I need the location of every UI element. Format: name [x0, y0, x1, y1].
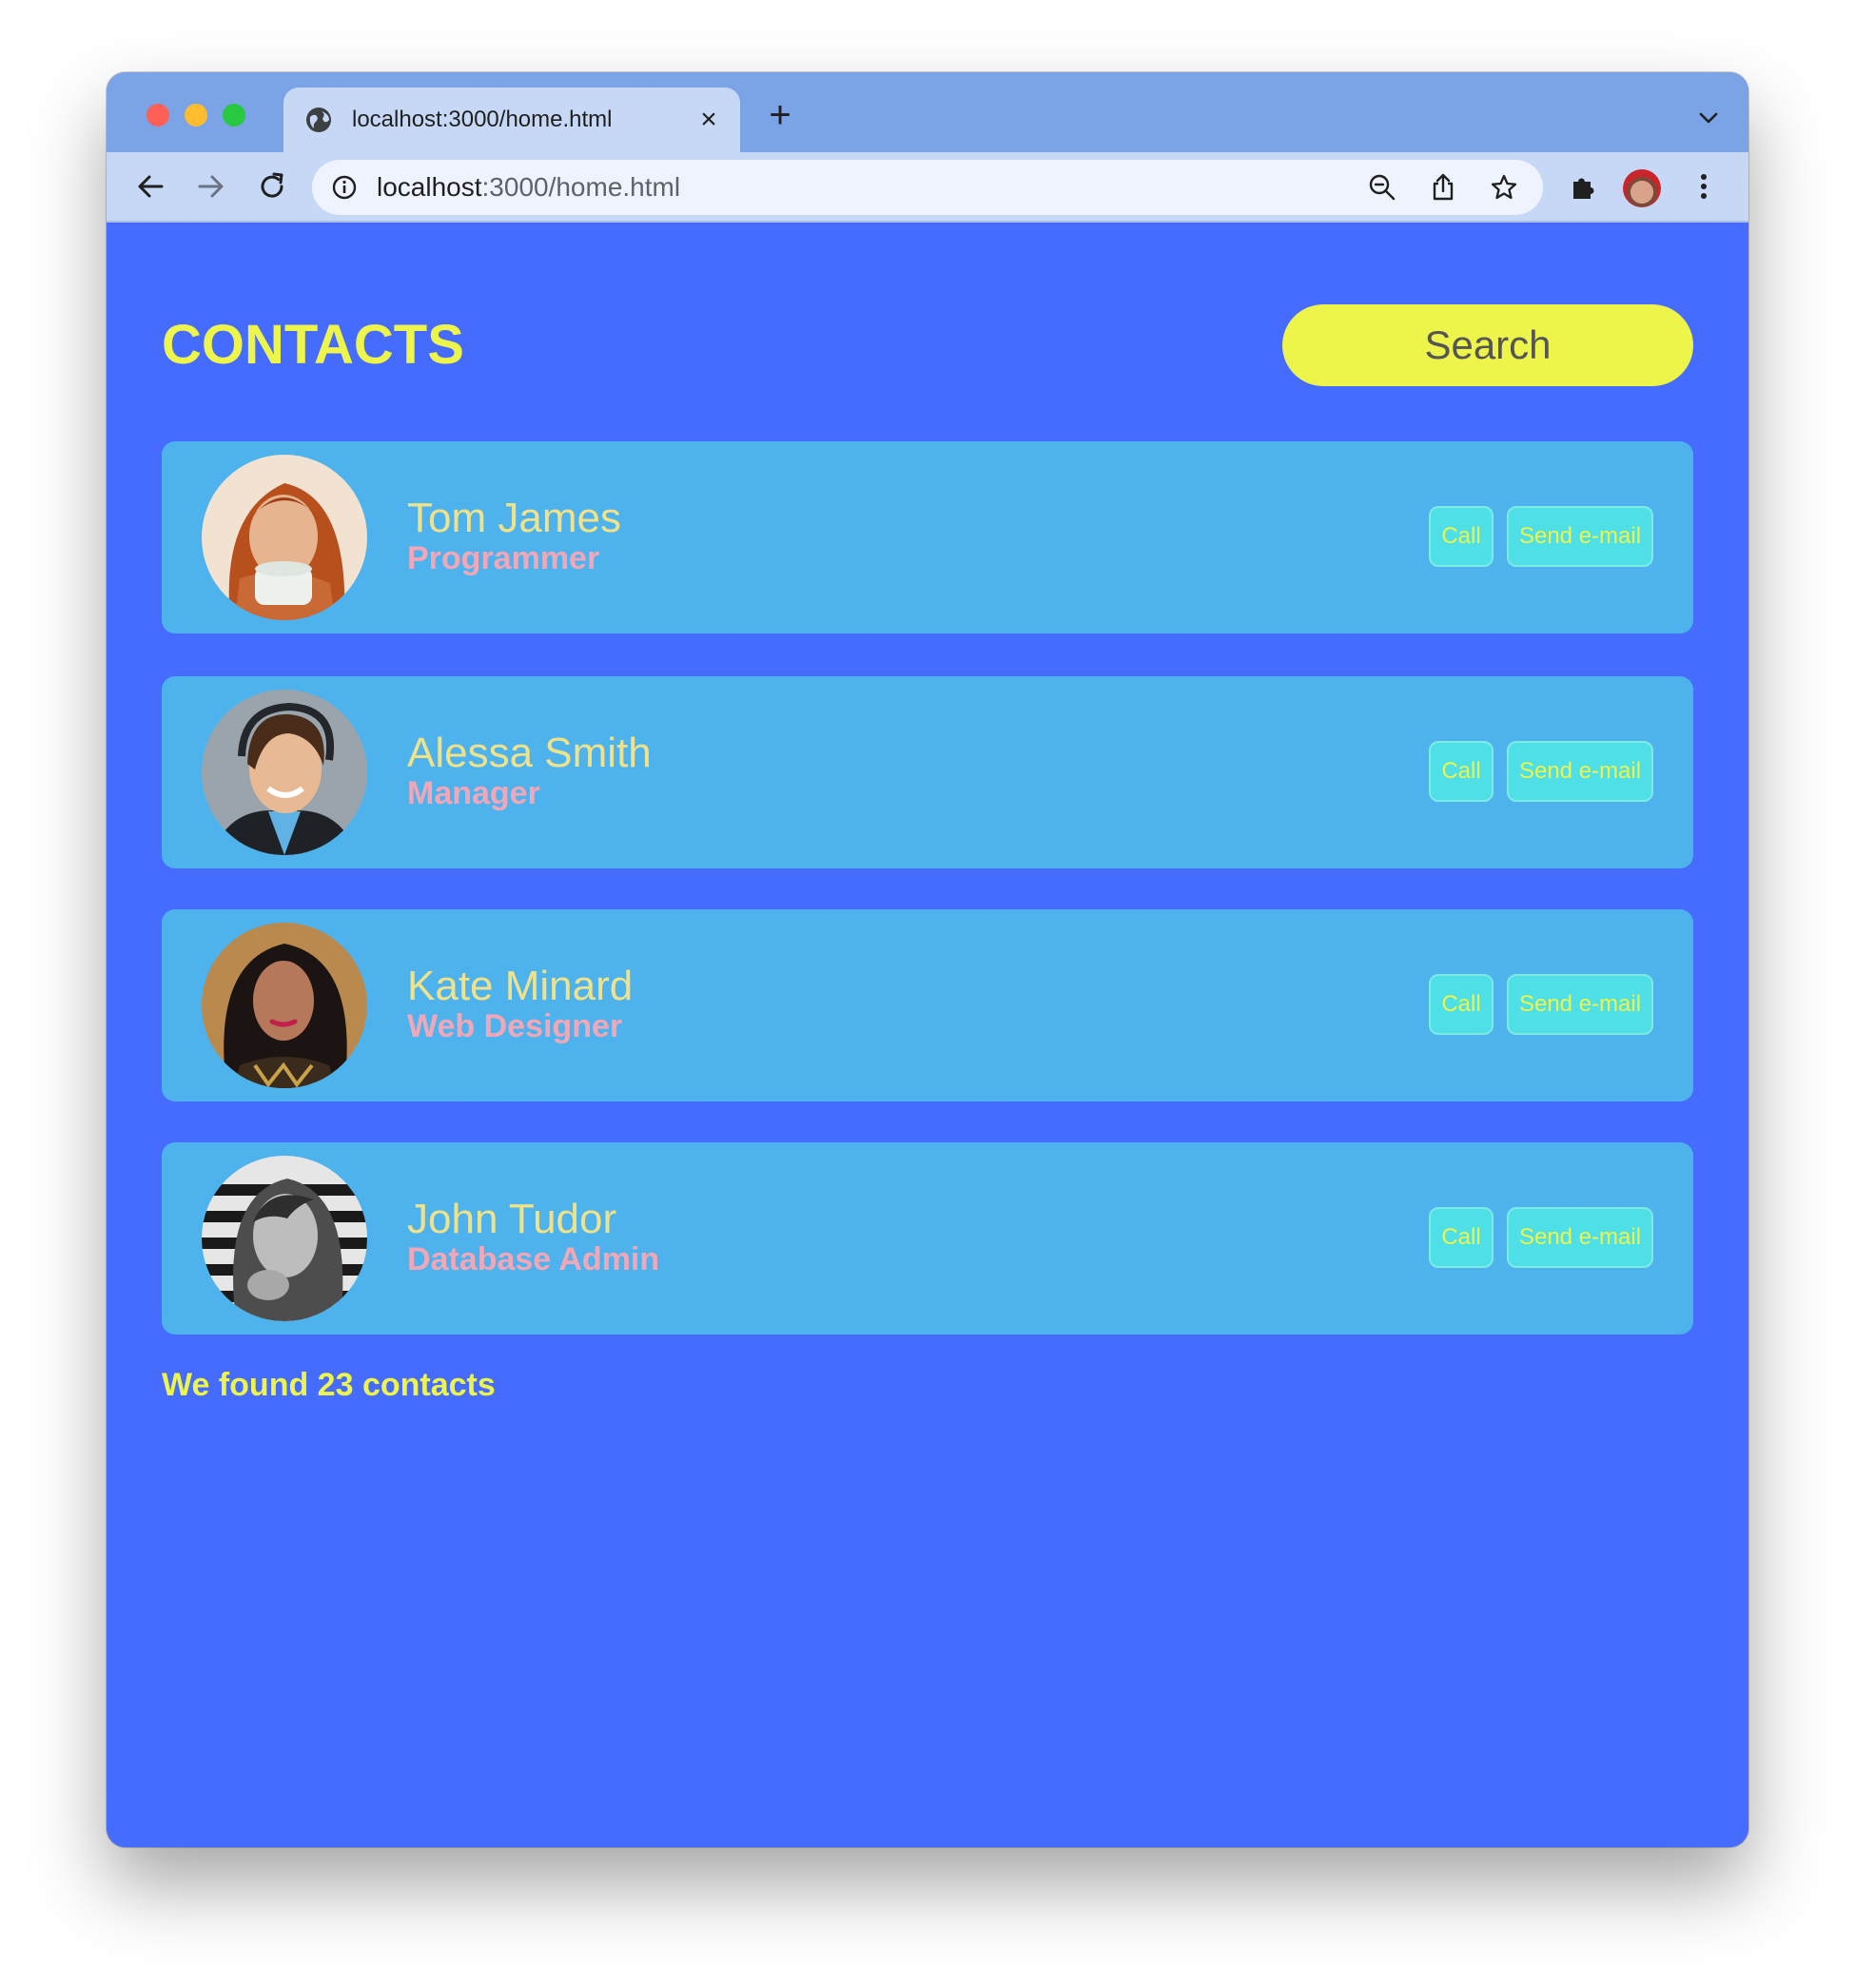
contact-card: Kate Minard Web Designer Call Send e-mai… — [162, 909, 1693, 1101]
avatar — [202, 690, 367, 855]
contact-role: Web Designer — [407, 1008, 623, 1044]
call-button[interactable]: Call — [1429, 974, 1494, 1035]
url-text: localhost:3000/home.html — [377, 172, 680, 203]
contact-card: Alessa Smith Manager Call Send e-mail — [162, 676, 1693, 868]
kebab-menu-icon[interactable] — [1688, 170, 1720, 203]
minimize-window-button[interactable] — [185, 104, 207, 127]
avatar — [202, 1156, 367, 1321]
browser-window: localhost:3000/home.html × + localhost:3… — [107, 72, 1748, 1847]
reload-icon[interactable] — [255, 169, 289, 204]
contact-role: Database Admin — [407, 1241, 660, 1277]
browser-tab[interactable]: localhost:3000/home.html × — [283, 88, 740, 152]
info-icon[interactable] — [331, 174, 358, 201]
profile-avatar[interactable] — [1623, 169, 1661, 207]
call-button[interactable]: Call — [1429, 506, 1494, 567]
page-content: CONTACTS Search Tom James Programmer Cal… — [107, 223, 1748, 1847]
share-icon[interactable] — [1429, 173, 1457, 202]
tab-strip: localhost:3000/home.html × + — [107, 72, 1748, 152]
address-bar[interactable]: localhost:3000/home.html — [312, 160, 1543, 215]
close-icon[interactable]: × — [694, 106, 723, 134]
send-email-button[interactable]: Send e-mail — [1507, 506, 1653, 567]
contact-role: Manager — [407, 775, 540, 811]
contact-name: Tom James — [407, 495, 621, 541]
avatar — [202, 455, 367, 620]
call-button[interactable]: Call — [1429, 1207, 1494, 1268]
contact-card: Tom James Programmer Call Send e-mail — [162, 441, 1693, 633]
contact-name: Kate Minard — [407, 963, 634, 1009]
plus-icon[interactable]: + — [763, 96, 797, 134]
back-icon[interactable] — [133, 169, 167, 204]
url-host: localhost — [377, 172, 482, 202]
close-window-button[interactable] — [146, 104, 169, 127]
page-title: CONTACTS — [162, 314, 464, 376]
avatar — [202, 923, 367, 1088]
contact-name: John Tudor — [407, 1196, 617, 1242]
tab-title: localhost:3000/home.html — [352, 107, 613, 132]
send-email-button[interactable]: Send e-mail — [1507, 1207, 1653, 1268]
globe-icon — [306, 107, 331, 132]
browser-toolbar: localhost:3000/home.html — [107, 152, 1748, 223]
send-email-button[interactable]: Send e-mail — [1507, 741, 1653, 802]
contact-card: John Tudor Database Admin Call Send e-ma… — [162, 1142, 1693, 1335]
chevron-down-icon[interactable] — [1697, 107, 1720, 129]
contact-role: Programmer — [407, 540, 600, 576]
maximize-window-button[interactable] — [223, 104, 245, 127]
contact-name: Alessa Smith — [407, 730, 652, 776]
search-button[interactable]: Search — [1282, 304, 1693, 386]
extensions-icon[interactable] — [1568, 170, 1600, 203]
send-email-button[interactable]: Send e-mail — [1507, 974, 1653, 1035]
star-icon[interactable] — [1490, 173, 1518, 202]
url-path: :3000/home.html — [481, 172, 681, 202]
call-button[interactable]: Call — [1429, 741, 1494, 802]
forward-icon[interactable] — [194, 169, 228, 204]
results-count: We found 23 contacts — [162, 1367, 496, 1403]
zoom-out-icon[interactable] — [1368, 173, 1396, 202]
